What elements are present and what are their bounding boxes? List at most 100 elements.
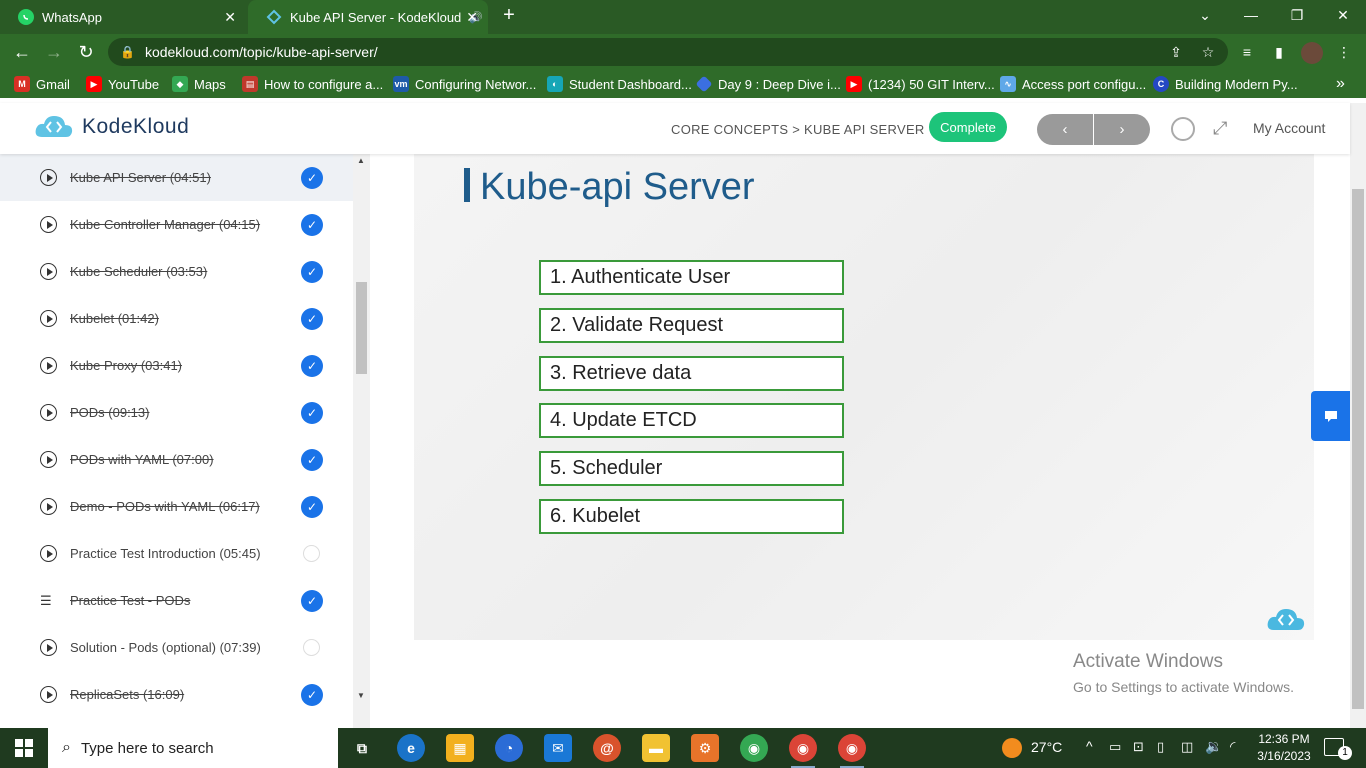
menu-kebab-icon[interactable]: ⋮ xyxy=(1334,42,1354,62)
kodekloud-logo[interactable]: KodeKloud xyxy=(34,113,189,141)
media-control-icon[interactable]: ≡ xyxy=(1237,42,1257,62)
mail-icon[interactable]: ✉ xyxy=(544,734,572,762)
close-tab-icon[interactable]: ✕ xyxy=(466,9,478,26)
lesson-item[interactable]: Solution - Pods (optional) (07:39) xyxy=(0,624,353,671)
network-icon[interactable]: ⊡ xyxy=(1133,739,1144,755)
bookmark-how-to-configure[interactable]: ▤ How to configure a... xyxy=(242,74,383,94)
volume-icon[interactable]: 🔉 xyxy=(1205,738,1222,755)
lesson-title: Practice Test Introduction (05:45) xyxy=(70,546,261,561)
lesson-item[interactable]: ReplicaSets (16:09) ✓ xyxy=(0,671,353,718)
battery-icon[interactable]: ▯ xyxy=(1157,739,1164,755)
completed-check-icon[interactable]: ✓ xyxy=(301,448,323,471)
scroll-down-arrow-icon[interactable]: ▼ xyxy=(357,691,365,700)
close-tab-icon[interactable]: ✕ xyxy=(224,9,236,26)
weather-sun-icon[interactable] xyxy=(1002,738,1022,758)
chat-app-icon[interactable]: ◔ xyxy=(495,734,523,762)
lesson-title: Solution - Pods (optional) (07:39) xyxy=(70,640,261,655)
lesson-item[interactable]: Demo - PODs with YAML (06:17) ✓ xyxy=(0,483,353,530)
meet-now-icon[interactable]: ▭ xyxy=(1109,739,1121,755)
bookmark-configuring-network[interactable]: vm Configuring Networ... xyxy=(393,74,536,94)
lesson-item[interactable]: Kube Controller Manager (04:15) ✓ xyxy=(0,201,353,248)
lesson-item[interactable]: Practice Test Introduction (05:45) xyxy=(0,530,353,577)
lesson-item[interactable]: Kubelet (01:42) ✓ xyxy=(0,295,353,342)
completed-check-icon[interactable]: ✓ xyxy=(301,354,323,377)
display-icon[interactable]: ◫ xyxy=(1181,739,1193,755)
completed-check-icon[interactable]: ✓ xyxy=(301,589,323,612)
completed-check-icon[interactable]: ✓ xyxy=(301,213,323,236)
forward-icon[interactable]: → xyxy=(42,40,66,64)
bookmarks-overflow-icon[interactable]: » xyxy=(1336,74,1345,94)
reload-icon[interactable]: ↻ xyxy=(74,40,98,64)
bookmark-access-port[interactable]: ∿ Access port configu... xyxy=(1000,74,1146,94)
breadcrumb[interactable]: CORE CONCEPTS > KUBE API SERVER xyxy=(671,122,925,137)
sidebar-scroll-thumb[interactable] xyxy=(356,282,367,374)
address-bar[interactable]: 🔒 kodekloud.com/topic/kube-api-server/ xyxy=(108,38,1228,66)
wifi-icon[interactable]: ◜ xyxy=(1230,738,1235,755)
chrome-icon[interactable]: ◉ xyxy=(740,734,768,762)
lesson-item[interactable]: Kube Scheduler (03:53) ✓ xyxy=(0,248,353,295)
lesson-item[interactable]: Kube Proxy (03:41) ✓ xyxy=(0,342,353,389)
bookmark-star-icon[interactable]: ☆ xyxy=(1198,42,1218,62)
chrome-profile-h-icon[interactable]: ◉ xyxy=(838,734,866,768)
new-tab-button[interactable]: + xyxy=(494,0,524,30)
app-icon[interactable]: @ xyxy=(593,734,621,762)
clock-time: 12:36 PM xyxy=(1258,732,1310,746)
bookmark-student-dashboard[interactable]: ◐ Student Dashboard... xyxy=(547,74,692,94)
start-button[interactable] xyxy=(0,728,48,768)
feedback-button[interactable] xyxy=(1311,391,1350,441)
temperature-label[interactable]: 27°C xyxy=(1031,739,1062,755)
page-scroll-thumb[interactable] xyxy=(1352,189,1364,709)
tab-kodekloud[interactable]: Kube API Server - KodeKloud 🔊 ✕ xyxy=(248,0,488,34)
completed-check-icon[interactable]: ✓ xyxy=(301,307,323,330)
close-window-button[interactable]: ✕ xyxy=(1320,0,1366,30)
incomplete-circle-icon[interactable] xyxy=(303,545,320,562)
my-account-link[interactable]: My Account xyxy=(1253,120,1325,136)
profile-avatar[interactable] xyxy=(1301,42,1323,64)
next-lesson-button[interactable]: › xyxy=(1094,114,1150,145)
back-icon[interactable]: ← xyxy=(10,40,34,64)
page-icon: ▤ xyxy=(242,76,258,92)
completed-check-icon[interactable]: ✓ xyxy=(301,683,323,706)
sidebar-scrollbar[interactable]: ▲ ▼ xyxy=(353,154,370,728)
bookmark-maps[interactable]: ◆ Maps xyxy=(172,74,226,94)
task-view-icon[interactable]: ⧉ xyxy=(348,734,376,762)
share-icon[interactable]: ⇪ xyxy=(1166,42,1186,62)
complete-button[interactable]: Complete xyxy=(929,112,1007,142)
video-slide[interactable]: Kube-api Server 1. Authenticate User 2. … xyxy=(414,154,1314,640)
dark-mode-toggle-icon[interactable] xyxy=(1171,117,1195,141)
logo-text: KodeKloud xyxy=(82,115,190,138)
minimize-button[interactable]: — xyxy=(1228,0,1274,30)
scroll-up-arrow-icon[interactable]: ▲ xyxy=(357,156,365,165)
tab-search-icon[interactable]: ⌄ xyxy=(1182,0,1228,30)
completed-check-icon[interactable]: ✓ xyxy=(301,495,323,518)
restore-button[interactable]: ❐ xyxy=(1274,0,1320,30)
lesson-item[interactable]: PODs with YAML (07:00) ✓ xyxy=(0,436,353,483)
completed-check-icon[interactable]: ✓ xyxy=(301,260,323,283)
fullscreen-icon[interactable]: ⤢ xyxy=(1213,118,1227,139)
bookmark-gmail[interactable]: M Gmail xyxy=(14,74,70,94)
file-explorer-icon[interactable]: ▬ xyxy=(642,734,670,762)
completed-check-icon[interactable]: ✓ xyxy=(301,401,323,424)
bookmark-building-modern[interactable]: C Building Modern Py... xyxy=(1153,74,1298,94)
taskbar-search-box[interactable]: ⌕ Type here to search xyxy=(48,728,338,768)
bookmark-git-interview[interactable]: ▶ (1234) 50 GIT Interv... xyxy=(846,74,995,94)
microsoft-store-icon[interactable]: ▦ xyxy=(446,734,474,762)
settings-app-icon[interactable]: ⚙ xyxy=(691,734,719,762)
diamond-icon xyxy=(695,75,713,93)
edge-icon[interactable]: e xyxy=(397,734,425,762)
completed-check-icon[interactable]: ✓ xyxy=(301,166,323,189)
bookmark-youtube[interactable]: ▶ YouTube xyxy=(86,74,159,94)
lesson-item[interactable]: Kube API Server (04:51) ✓ xyxy=(0,154,353,201)
lesson-item[interactable]: PODs (09:13) ✓ xyxy=(0,389,353,436)
incomplete-circle-icon[interactable] xyxy=(303,639,320,656)
tray-overflow-icon[interactable]: ^ xyxy=(1086,738,1093,754)
chrome-profile-icon[interactable]: ◉ xyxy=(789,734,817,768)
lesson-item[interactable]: ☰ Practice Test - PODs ✓ xyxy=(0,577,353,624)
side-panel-icon[interactable]: ▮ xyxy=(1269,42,1289,62)
page-scrollbar[interactable] xyxy=(1350,103,1366,728)
taskbar-clock[interactable]: 12:36 PM 3/16/2023 xyxy=(1255,731,1313,765)
tab-whatsapp[interactable]: WhatsApp ✕ xyxy=(0,0,246,34)
play-circle-icon xyxy=(40,169,57,186)
bookmark-day-9[interactable]: Day 9 : Deep Dive i... xyxy=(695,74,841,94)
previous-lesson-button[interactable]: ‹ xyxy=(1037,114,1093,145)
